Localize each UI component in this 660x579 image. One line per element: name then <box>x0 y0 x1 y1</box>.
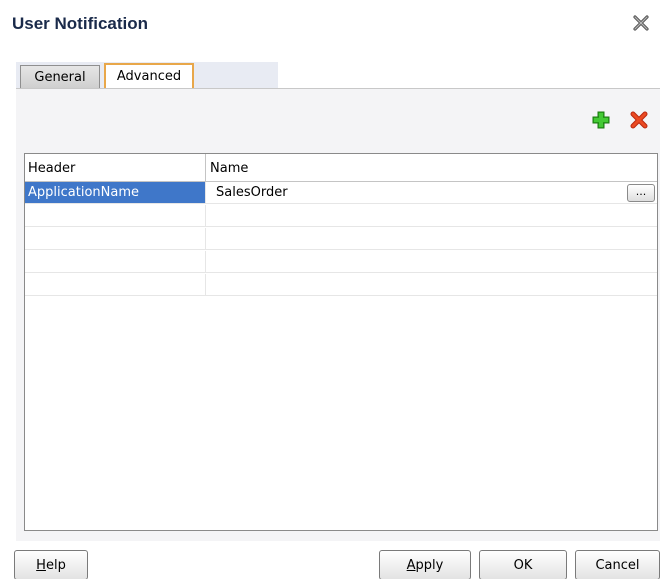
ok-button[interactable]: OK <box>479 550 567 579</box>
help-button[interactable]: Help <box>14 550 88 579</box>
name-cell[interactable]: SalesOrder ... <box>206 182 657 203</box>
name-cell[interactable] <box>206 274 657 295</box>
apply-label: pply <box>415 557 444 573</box>
name-cell-value: SalesOrder <box>216 185 288 200</box>
headers-table: Header Name ApplicationName SalesOrder .… <box>24 153 658 531</box>
header-cell[interactable]: ApplicationName <box>25 182 206 203</box>
delete-row-button[interactable] <box>628 111 650 133</box>
add-row-button[interactable] <box>590 111 612 133</box>
user-notification-dialog: User Notification General Advanced Heade… <box>0 0 660 579</box>
delete-icon <box>630 111 648 133</box>
advanced-panel: Header Name ApplicationName SalesOrder .… <box>16 88 660 541</box>
table-row[interactable] <box>25 251 657 273</box>
browse-ellipsis-button[interactable]: ... <box>627 184 655 202</box>
cancel-button[interactable]: Cancel <box>575 550 660 579</box>
tab-strip: General Advanced <box>16 62 278 88</box>
name-cell[interactable] <box>206 205 657 226</box>
close-icon <box>632 14 650 36</box>
table-row[interactable] <box>25 228 657 250</box>
table-row[interactable] <box>25 274 657 296</box>
add-icon <box>591 110 611 134</box>
header-cell[interactable] <box>25 251 206 272</box>
header-cell[interactable] <box>25 205 206 226</box>
help-label: elp <box>45 557 66 573</box>
dialog-title: User Notification <box>12 14 149 33</box>
table-header-row: Header Name <box>25 154 657 182</box>
header-cell[interactable] <box>25 274 206 295</box>
tab-general[interactable]: General <box>20 65 100 88</box>
tab-advanced[interactable]: Advanced <box>104 63 194 88</box>
table-row[interactable] <box>25 205 657 227</box>
table-row[interactable]: ApplicationName SalesOrder ... <box>25 182 657 204</box>
name-cell[interactable] <box>206 251 657 272</box>
header-cell[interactable] <box>25 228 206 249</box>
apply-mnemonic: A <box>406 557 416 573</box>
name-cell[interactable] <box>206 228 657 249</box>
close-button[interactable] <box>630 14 652 36</box>
apply-button[interactable]: Apply <box>379 550 471 579</box>
help-mnemonic: H <box>36 557 46 573</box>
column-header-name[interactable]: Name <box>206 154 657 182</box>
column-header-header[interactable]: Header <box>25 154 206 182</box>
